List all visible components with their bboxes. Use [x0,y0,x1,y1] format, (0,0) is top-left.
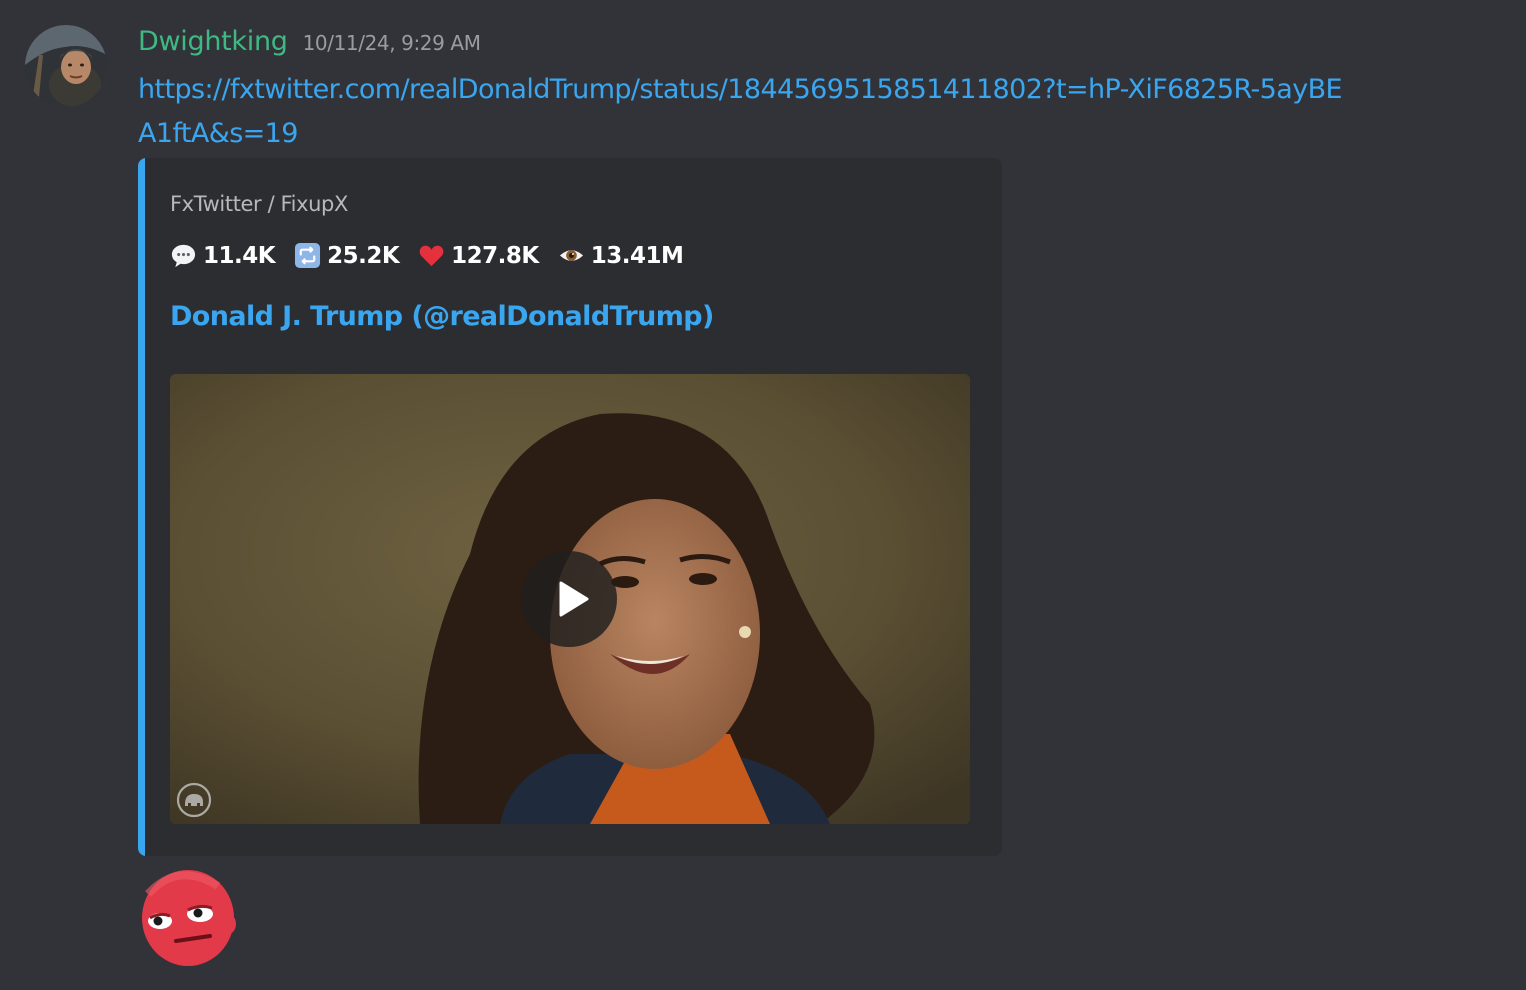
stat-views: 13.41M [558,242,684,269]
embed-stats: 11.4K 25.2K 127.8K 13.41M [170,242,702,269]
avatar-image [25,25,107,107]
stat-likes: 127.8K [418,242,539,269]
play-button[interactable] [521,551,617,647]
stat-replies-value: 11.4K [203,242,276,269]
user-avatar[interactable] [25,25,107,107]
eye-icon [558,242,585,269]
heart-icon [418,242,445,269]
speech-bubble-icon [170,242,197,269]
message-header: Dwightking 10/11/24, 9:29 AM [138,26,481,64]
gop-elephant-icon [176,782,212,818]
stat-likes-value: 127.8K [451,242,539,269]
embed-video[interactable] [170,374,970,824]
embed-provider[interactable]: FxTwitter / FixupX [170,192,348,216]
link-embed: FxTwitter / FixupX 11.4K 25.2K 127.8K 13… [138,158,1002,856]
sticker-image [142,870,236,966]
embed-accent-bar [138,158,145,856]
chat-message: Dwightking 10/11/24, 9:29 AM https://fxt… [0,0,1526,990]
stat-retweets-value: 25.2K [327,242,400,269]
embed-author[interactable]: Donald J. Trump (@realDonaldTrump) [170,301,714,332]
red-face-sticker[interactable] [138,866,238,966]
repeat-icon [294,242,321,269]
username[interactable]: Dwightking [138,26,288,57]
stat-replies: 11.4K [170,242,276,269]
timestamp[interactable]: 10/11/24, 9:29 AM [303,31,481,55]
message-link[interactable]: https://fxtwitter.com/realDonaldTrump/st… [138,68,1358,156]
stat-views-value: 13.41M [590,242,684,269]
play-icon [559,581,589,617]
stat-retweets: 25.2K [294,242,400,269]
